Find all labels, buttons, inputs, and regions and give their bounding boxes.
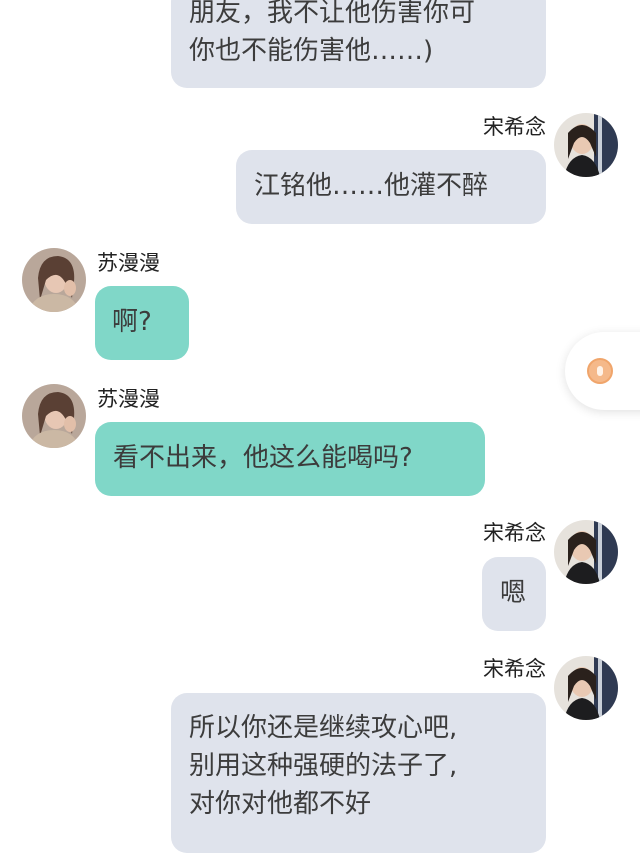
avatar-image <box>22 248 86 312</box>
sender-name: 苏漫漫 <box>97 387 160 411</box>
sender-name: 宋希念 <box>483 115 546 139</box>
sender-name: 宋希念 <box>483 657 546 681</box>
avatar-song-xinian[interactable] <box>554 113 618 177</box>
avatar-image <box>554 113 618 177</box>
message-bubble-incoming: 啊? <box>95 286 189 360</box>
coin-icon <box>587 358 613 384</box>
avatar-image <box>22 384 86 448</box>
sender-name: 宋希念 <box>483 521 546 545</box>
chat-message-list[interactable]: 朋友，我不让他伤害你可 你也不能伤害他……) 宋希念 江铭他……他灌不醉 苏漫漫… <box>0 0 640 853</box>
avatar-su-manman[interactable] <box>22 384 86 448</box>
avatar-song-xinian[interactable] <box>554 656 618 720</box>
avatar-image <box>554 520 618 584</box>
floating-side-button[interactable] <box>565 332 640 410</box>
message-bubble-incoming: 看不出来，他这么能喝吗? <box>95 422 485 496</box>
sender-name: 苏漫漫 <box>97 251 160 275</box>
message-bubble-outgoing: 所以你还是继续攻心吧, 别用这种强硬的法子了, 对你对他都不好 <box>171 693 546 853</box>
message-bubble-outgoing: 嗯 <box>482 557 546 631</box>
avatar-song-xinian[interactable] <box>554 520 618 584</box>
message-bubble-outgoing: 朋友，我不让他伤害你可 你也不能伤害他……) <box>171 0 546 88</box>
avatar-su-manman[interactable] <box>22 248 86 312</box>
avatar-image <box>554 656 618 720</box>
message-bubble-outgoing: 江铭他……他灌不醉 <box>236 150 546 224</box>
